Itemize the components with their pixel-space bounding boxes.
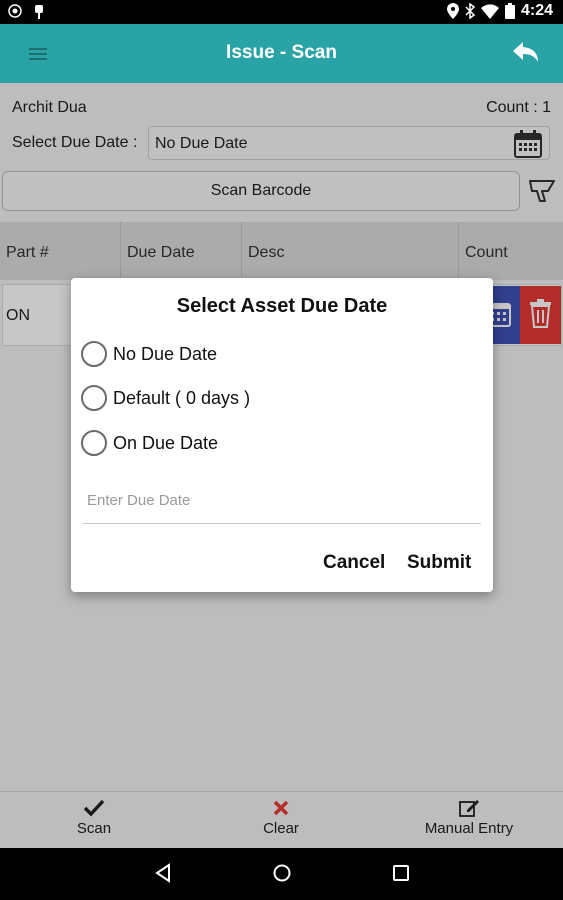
- notification-icon: [8, 4, 22, 18]
- status-left-icons: [8, 4, 46, 20]
- option-default[interactable]: Default ( 0 days ): [81, 385, 250, 411]
- location-icon: [446, 3, 459, 19]
- option-on-due-date[interactable]: On Due Date: [81, 430, 218, 456]
- system-navigation-bar: [0, 848, 563, 900]
- status-time: 4:24: [520, 2, 553, 19]
- back-arrow-icon[interactable]: [511, 38, 541, 68]
- option-label: Default ( 0 days ): [113, 387, 251, 408]
- nav-back-icon[interactable]: [152, 862, 174, 884]
- due-date-dialog: Select Asset Due Date No Due Date Defaul…: [71, 278, 493, 592]
- status-bar: 4:24: [0, 0, 563, 24]
- bluetooth-icon: [465, 3, 475, 19]
- option-no-due-date[interactable]: No Due Date: [81, 341, 217, 367]
- radio-no-due-date[interactable]: [81, 341, 107, 367]
- submit-button[interactable]: Submit: [407, 552, 471, 574]
- status-right-icons: 4:24: [446, 2, 553, 20]
- cancel-button[interactable]: Cancel: [323, 552, 385, 574]
- battery-icon: [504, 3, 515, 19]
- option-label: On Due Date: [113, 432, 219, 453]
- nav-home-icon[interactable]: [271, 862, 293, 884]
- option-label: No Due Date: [113, 343, 218, 364]
- app-bar: Issue - Scan: [0, 24, 563, 83]
- wifi-icon: [480, 4, 499, 19]
- radio-default[interactable]: [81, 385, 107, 411]
- page-title: Issue - Scan: [226, 42, 337, 63]
- usb-icon: [35, 5, 43, 19]
- dialog-title: Select Asset Due Date: [176, 295, 388, 317]
- due-date-input[interactable]: [83, 478, 481, 524]
- radio-on-due-date[interactable]: [81, 430, 107, 456]
- nav-recents-icon[interactable]: [390, 862, 412, 884]
